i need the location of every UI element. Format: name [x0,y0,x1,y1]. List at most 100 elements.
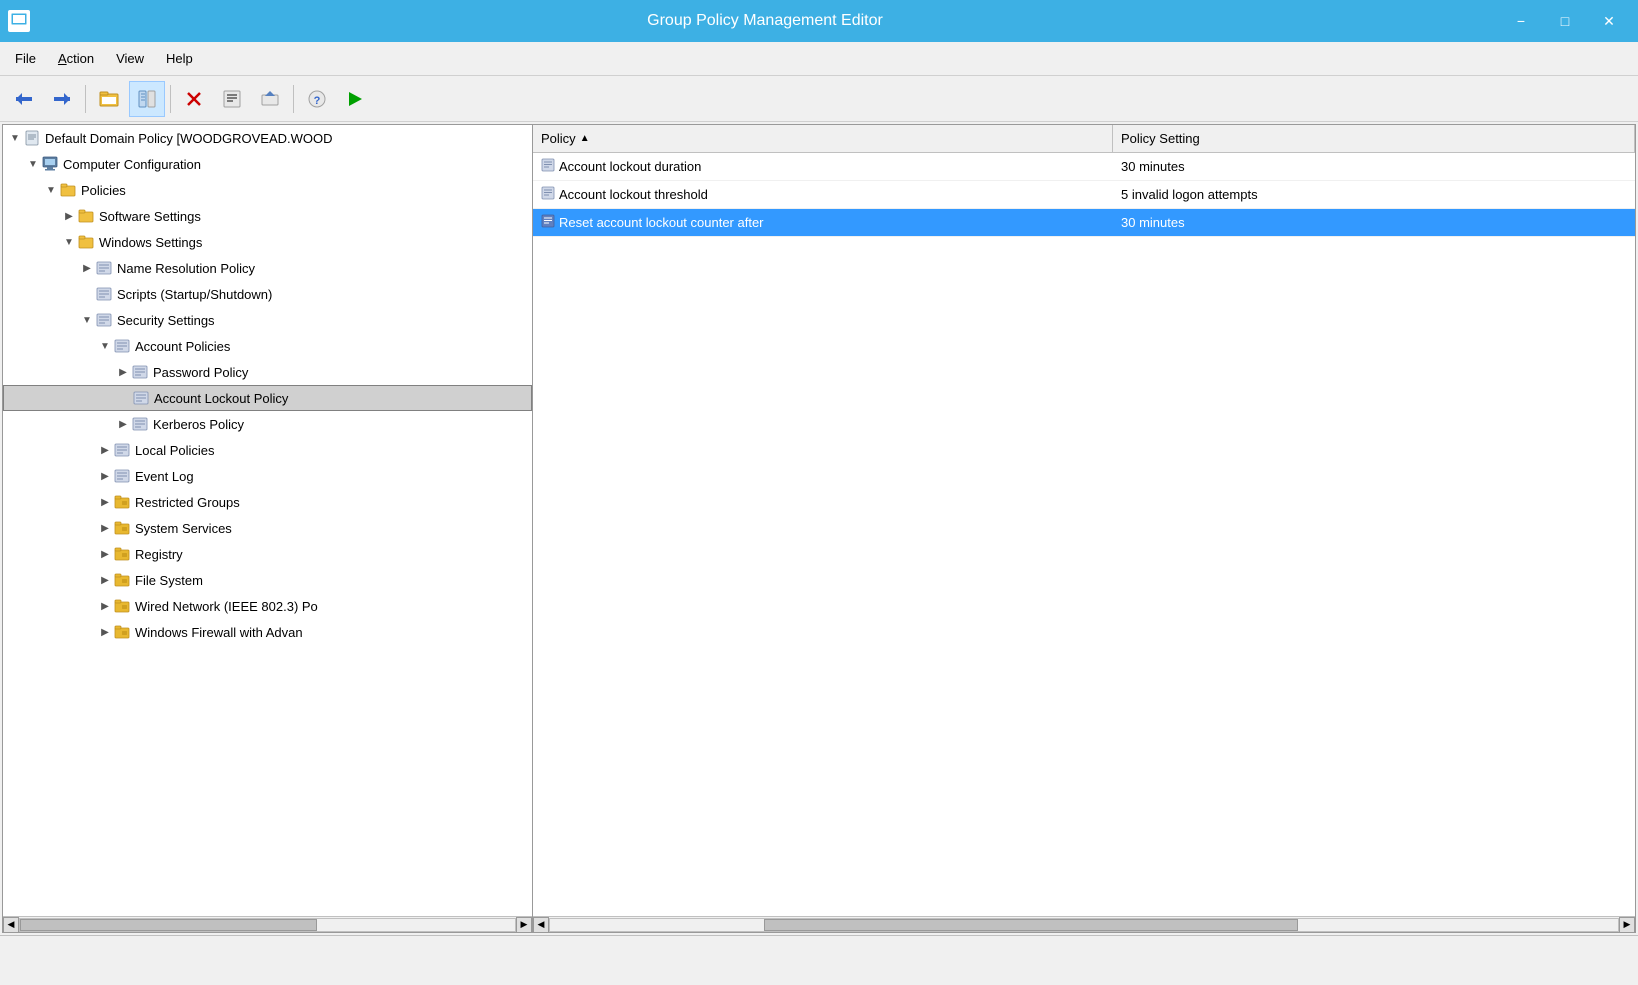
tree-scroll[interactable]: ▼ Default Domain Policy [WOODGROVEAD.WOO… [3,125,532,916]
list-row-row1[interactable]: Account lockout duration 30 minutes [533,153,1635,181]
tree-expander-root[interactable]: ▼ [7,130,23,146]
list-cell-policy-row1: Account lockout duration [533,158,1113,175]
tree-expander-registry[interactable]: ▶ [97,546,113,562]
properties-button[interactable] [214,81,250,117]
tree-node-windows-firewall[interactable]: ▶ Windows Firewall with Advan [3,619,532,645]
column-policy[interactable]: Policy ▲ [533,125,1113,152]
tree-expander-account-policies[interactable]: ▼ [97,338,113,354]
tree-expander-system-services[interactable]: ▶ [97,520,113,536]
tree-expander-security-settings[interactable]: ▼ [79,312,95,328]
tree-label-registry: Registry [135,547,183,562]
maximize-button[interactable]: □ [1544,6,1586,36]
tree-node-windows-settings[interactable]: ▼ Windows Settings [3,229,532,255]
tree-expander-computer-config[interactable]: ▼ [25,156,41,172]
right-scrollbar-h[interactable]: ◀ ▶ [533,916,1635,932]
list-header: Policy ▲ Policy Setting [533,125,1635,153]
list-cell-setting-text-row3: 30 minutes [1121,215,1185,230]
title-bar-title: Group Policy Management Editor [30,12,1500,30]
tree-expander-event-log[interactable]: ▶ [97,468,113,484]
tree-node-name-resolution[interactable]: ▶ Name Resolution Policy [3,255,532,281]
tree-node-password-policy[interactable]: ▶ Password Policy [3,359,532,385]
show-hide-button[interactable] [129,81,165,117]
tree-label-policies: Policies [81,183,126,198]
svg-text:?: ? [314,95,321,107]
column-setting-label: Policy Setting [1121,131,1200,146]
tree-scrollbar-h[interactable]: ◀ ▶ [3,916,532,932]
title-bar-controls: − □ ✕ [1500,6,1630,36]
tree-expander-local-policies[interactable]: ▶ [97,442,113,458]
tree-scroll-thumb[interactable] [20,919,317,931]
tree-expander-file-system[interactable]: ▶ [97,572,113,588]
browse-button[interactable] [91,81,127,117]
close-button[interactable]: ✕ [1588,6,1630,36]
menu-action[interactable]: Action [47,46,105,71]
tree-node-policies[interactable]: ▼ Policies [3,177,532,203]
tree-node-kerberos-policy[interactable]: ▶ Kerberos Policy [3,411,532,437]
tree-icon-restricted-groups [113,493,131,511]
tree-expander-kerberos-policy[interactable]: ▶ [115,416,131,432]
tree-node-scripts[interactable]: ▶ Scripts (Startup/Shutdown) [3,281,532,307]
minimize-button[interactable]: − [1500,6,1542,36]
tree-expander-wired-network[interactable]: ▶ [97,598,113,614]
tree-node-security-settings[interactable]: ▼ Security Settings [3,307,532,333]
tree-node-event-log[interactable]: ▶ Event Log [3,463,532,489]
right-scroll-track[interactable] [549,918,1619,932]
tree-expander-password-policy[interactable]: ▶ [115,364,131,380]
tree-node-system-services[interactable]: ▶ System Services [3,515,532,541]
tree-icon-software-settings [77,207,95,225]
right-scroll-left[interactable]: ◀ [533,917,549,933]
menu-help[interactable]: Help [155,46,204,71]
tree-icon-scripts [95,285,113,303]
tree-label-event-log: Event Log [135,469,194,484]
tree-content: ▼ Default Domain Policy [WOODGROVEAD.WOO… [3,125,532,916]
help-button[interactable]: ? [299,81,335,117]
toolbar-separator-1 [85,85,86,113]
tree-expander-software-settings[interactable]: ▶ [61,208,77,224]
forward-button[interactable] [44,81,80,117]
tree-label-name-resolution: Name Resolution Policy [117,261,255,276]
menu-view[interactable]: View [105,46,155,71]
toolbar-separator-2 [170,85,171,113]
tree-node-account-lockout-policy[interactable]: ▶ Account Lockout Policy [3,385,532,411]
menu-file[interactable]: File [4,46,47,71]
delete-button[interactable] [176,81,212,117]
list-cell-setting-row2: 5 invalid logon attempts [1113,187,1635,202]
help2-button[interactable] [337,81,373,117]
tree-expander-windows-firewall[interactable]: ▶ [97,624,113,640]
tree-expander-name-resolution[interactable]: ▶ [79,260,95,276]
list-row-row3[interactable]: Reset account lockout counter after 30 m… [533,209,1635,237]
tree-node-root[interactable]: ▼ Default Domain Policy [WOODGROVEAD.WOO… [3,125,532,151]
tree-icon-wired-network [113,597,131,615]
tree-pane: ▼ Default Domain Policy [WOODGROVEAD.WOO… [3,125,533,932]
tree-icon-local-policies [113,441,131,459]
back-button[interactable] [6,81,42,117]
tree-scroll-track[interactable] [19,918,516,932]
list-row-row2[interactable]: Account lockout threshold 5 invalid logo… [533,181,1635,209]
tree-node-wired-network[interactable]: ▶ Wired Network (IEEE 802.3) Po [3,593,532,619]
column-setting[interactable]: Policy Setting [1113,125,1635,152]
status-bar [0,935,1638,959]
tree-scroll-right[interactable]: ▶ [516,917,532,933]
tree-node-restricted-groups[interactable]: ▶ Restricted Groups [3,489,532,515]
tree-expander-windows-settings[interactable]: ▼ [61,234,77,250]
list-cell-policy-text-row2: Account lockout threshold [559,187,708,202]
tree-label-password-policy: Password Policy [153,365,248,380]
tree-expander-restricted-groups[interactable]: ▶ [97,494,113,510]
tree-scroll-left[interactable]: ◀ [3,917,19,933]
list-row-icon-row1 [541,158,555,175]
tree-node-file-system[interactable]: ▶ File System [3,567,532,593]
tree-node-software-settings[interactable]: ▶ Software Settings [3,203,532,229]
main-area: ▼ Default Domain Policy [WOODGROVEAD.WOO… [2,124,1636,933]
export-button[interactable] [252,81,288,117]
tree-label-kerberos-policy: Kerberos Policy [153,417,244,432]
right-scroll-thumb[interactable] [764,919,1298,931]
tree-icon-windows-firewall [113,623,131,641]
tree-node-account-policies[interactable]: ▼ Account Policies [3,333,532,359]
right-scroll-right[interactable]: ▶ [1619,917,1635,933]
tree-node-computer-config[interactable]: ▼ Computer Configuration [3,151,532,177]
tree-label-account-policies: Account Policies [135,339,230,354]
tree-expander-policies[interactable]: ▼ [43,182,59,198]
tree-node-local-policies[interactable]: ▶ Local Policies [3,437,532,463]
toolbar: ? [0,76,1638,122]
tree-node-registry[interactable]: ▶ Registry [3,541,532,567]
